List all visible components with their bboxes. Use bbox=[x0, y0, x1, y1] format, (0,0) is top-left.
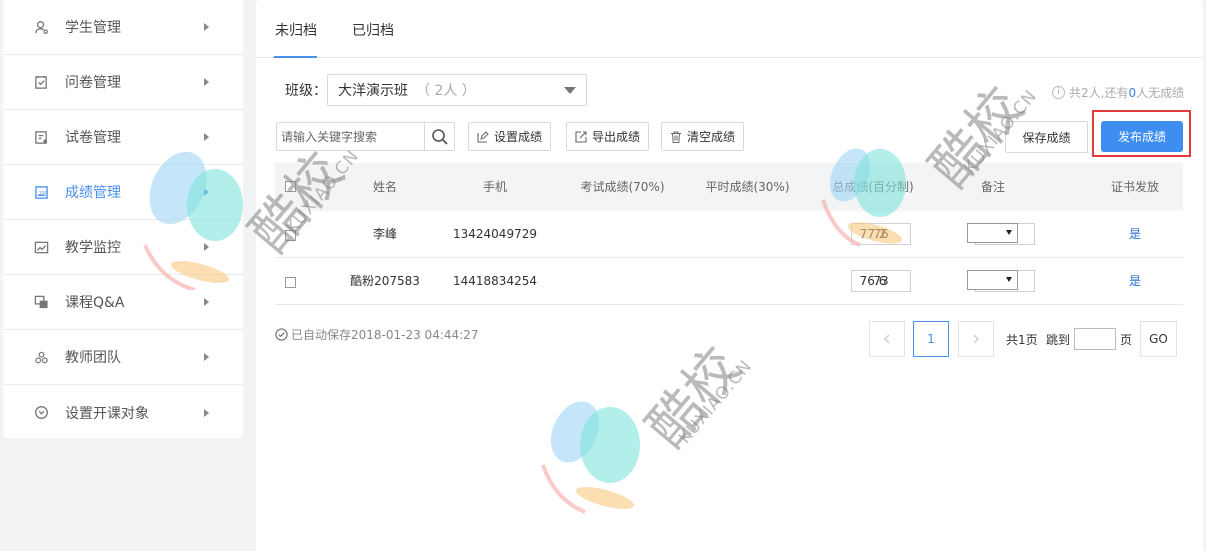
header-certificate: 证书发放 bbox=[1110, 180, 1159, 194]
sidebar-item-label: 课程Q&A bbox=[65, 295, 125, 311]
grades-table: 姓名 手机 考试成绩(70%) 平时成绩(30%) 总成绩(百分制) 备注 证书… bbox=[275, 163, 1183, 305]
grade-summary: i 共2人,还有 0 人无成绩 bbox=[1052, 84, 1184, 101]
sidebar-item-label: 设置开课对象 bbox=[65, 405, 149, 422]
chevron-right-icon bbox=[204, 353, 209, 361]
row-checkbox[interactable] bbox=[285, 277, 296, 288]
chevron-right-icon bbox=[204, 23, 209, 31]
search-button[interactable] bbox=[424, 123, 454, 150]
remark-select[interactable] bbox=[967, 270, 1018, 290]
set-grades-button[interactable]: 设置成绩 bbox=[468, 122, 552, 151]
total-score: 77.2 bbox=[859, 227, 887, 241]
go-button[interactable]: GO bbox=[1140, 321, 1177, 357]
sidebar-item-label: 成绩管理 bbox=[65, 185, 121, 201]
class-select[interactable]: 大洋演示班 （ 2人 ） bbox=[327, 74, 587, 106]
chevron-right-icon bbox=[204, 78, 209, 86]
main-panel: 未归档 已归档 班级： 大洋演示班 （ 2人 ） i 共2人,还有0人无成绩 设… bbox=[256, 0, 1203, 551]
export-grades-label: 导出成绩 bbox=[592, 130, 641, 144]
sidebar-item-survey-management[interactable]: 问卷管理 bbox=[3, 55, 243, 110]
certificate-link[interactable]: 是 bbox=[1095, 258, 1175, 305]
student-icon bbox=[33, 19, 49, 35]
caret-down-icon bbox=[1006, 230, 1012, 235]
student-phone: 14418834254 bbox=[453, 274, 537, 288]
next-page-button[interactable] bbox=[958, 321, 994, 357]
class-label: 班级： bbox=[285, 83, 327, 99]
prev-page-button[interactable] bbox=[869, 321, 905, 357]
publish-grades-button[interactable]: 发布成绩 bbox=[1101, 121, 1183, 152]
sidebar-item-label: 教师团队 bbox=[65, 350, 121, 366]
caret-down-icon bbox=[564, 87, 576, 94]
jump-label: 跳到 bbox=[1046, 333, 1071, 347]
sidebar-item-grade-management[interactable]: 100 成绩管理 bbox=[3, 165, 243, 220]
header-total-score: 总成绩(百分制) bbox=[832, 180, 914, 194]
edit-icon bbox=[477, 130, 489, 143]
total-score: 76.6 bbox=[859, 274, 887, 288]
tab-bar: 未归档 已归档 bbox=[256, 0, 1203, 58]
qa-icon bbox=[33, 294, 49, 310]
student-name: 酷粉207583 bbox=[350, 274, 420, 288]
table-header: 姓名 手机 考试成绩(70%) 平时成绩(30%) 总成绩(百分制) 备注 证书… bbox=[275, 163, 1183, 211]
trash-icon bbox=[671, 131, 681, 143]
check-circle-icon bbox=[275, 328, 288, 341]
remark-select[interactable] bbox=[967, 223, 1018, 243]
sidebar-item-course-qa[interactable]: 课程Q&A bbox=[3, 275, 243, 330]
class-count: （ 2人 ） bbox=[416, 83, 476, 99]
class-name: 大洋演示班 bbox=[338, 83, 408, 99]
student-phone: 13424049729 bbox=[453, 227, 537, 241]
table-row: 酷粉207583 14418834254 76.6 是 bbox=[275, 258, 1183, 305]
tab-archived[interactable]: 已归档 bbox=[352, 20, 394, 40]
monitor-icon bbox=[33, 239, 49, 255]
team-icon bbox=[33, 349, 49, 365]
survey-icon bbox=[33, 74, 49, 90]
search-icon bbox=[431, 128, 448, 145]
header-exam-score: 考试成绩(70%) bbox=[580, 180, 665, 194]
sidebar-item-label: 学生管理 bbox=[65, 20, 121, 36]
page-unit: 页 bbox=[1120, 333, 1133, 347]
target-icon bbox=[33, 405, 49, 421]
summary-prefix: 共2人,还有 bbox=[1069, 86, 1129, 100]
chevron-right-icon bbox=[973, 334, 979, 344]
header-phone: 手机 bbox=[482, 180, 507, 194]
page-button-current[interactable]: 1 bbox=[913, 321, 949, 357]
sidebar-item-label: 教学监控 bbox=[65, 240, 121, 256]
sidebar-item-teaching-monitor[interactable]: 教学监控 bbox=[3, 220, 243, 275]
sidebar: 学生管理 问卷管理 试卷管理 100 成绩管理 教学监控 课程Q&A 教师团队 … bbox=[3, 0, 243, 438]
sidebar-item-exam-management[interactable]: 试卷管理 bbox=[3, 110, 243, 165]
set-grades-label: 设置成绩 bbox=[494, 130, 543, 144]
clear-grades-label: 清空成绩 bbox=[687, 130, 736, 144]
sidebar-item-label: 试卷管理 bbox=[65, 130, 121, 146]
grades-icon: 100 bbox=[33, 184, 49, 200]
total-pages: 共1页 bbox=[1006, 333, 1038, 347]
header-regular-score: 平时成绩(30%) bbox=[705, 180, 790, 194]
chevron-right-icon bbox=[204, 133, 209, 141]
svg-text:100: 100 bbox=[38, 190, 47, 196]
table-row: 李峰 13424049729 77.2 是 bbox=[275, 211, 1183, 258]
chevron-right-icon bbox=[204, 188, 209, 196]
sidebar-item-teacher-team[interactable]: 教师团队 bbox=[3, 330, 243, 385]
student-name: 李峰 bbox=[372, 227, 397, 241]
chevron-right-icon bbox=[204, 408, 209, 417]
export-icon bbox=[575, 130, 587, 143]
chevron-right-icon bbox=[204, 243, 209, 251]
active-tab-indicator bbox=[274, 56, 317, 58]
sidebar-item-course-target[interactable]: 设置开课对象 bbox=[3, 385, 243, 440]
export-grades-button[interactable]: 导出成绩 bbox=[566, 122, 650, 151]
summary-suffix: 人无成绩 bbox=[1136, 86, 1185, 100]
clear-grades-button[interactable]: 清空成绩 bbox=[661, 122, 745, 151]
info-icon: i bbox=[1052, 86, 1065, 99]
caret-down-icon bbox=[1006, 277, 1012, 282]
sidebar-item-student-management[interactable]: 学生管理 bbox=[3, 0, 243, 55]
certificate-link[interactable]: 是 bbox=[1095, 211, 1175, 258]
exam-icon bbox=[33, 129, 49, 145]
tab-unarchived[interactable]: 未归档 bbox=[275, 20, 317, 40]
chevron-left-icon bbox=[884, 334, 890, 344]
autosave-status: 已自动保存2018-01-23 04:44:27 bbox=[275, 326, 478, 343]
autosave-text: 已自动保存2018-01-23 04:44:27 bbox=[291, 328, 479, 342]
jump-page-input[interactable] bbox=[1074, 328, 1116, 350]
summary-missing-count: 0 bbox=[1128, 85, 1137, 100]
sidebar-item-label: 问卷管理 bbox=[65, 75, 121, 91]
chevron-right-icon bbox=[204, 298, 209, 306]
